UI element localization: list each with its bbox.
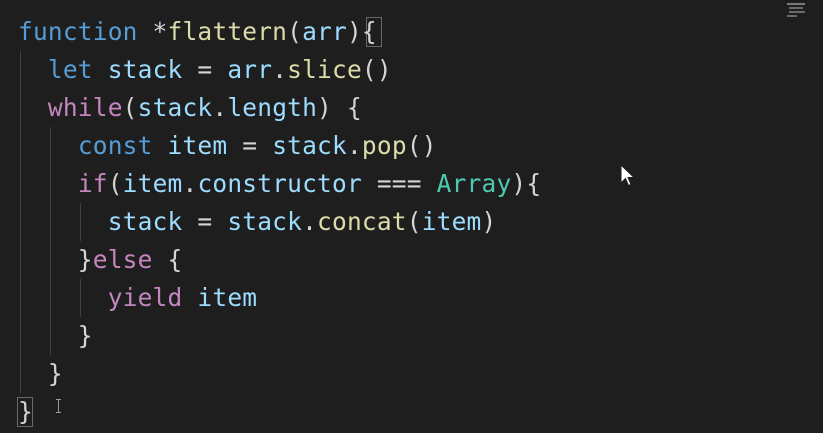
code-token: ){ xyxy=(346,17,377,46)
text-cursor-icon xyxy=(56,399,62,413)
minimap[interactable] xyxy=(787,2,809,18)
mouse-pointer-icon xyxy=(620,164,636,187)
code-line[interactable]: } xyxy=(18,355,541,393)
code-token: stack xyxy=(107,207,183,236)
code-token: while xyxy=(47,93,123,122)
code-token: item xyxy=(197,283,258,312)
code-token: ( xyxy=(287,17,303,46)
code-token: yield xyxy=(107,283,183,312)
code-token: { xyxy=(152,245,183,274)
code-token: const xyxy=(77,131,153,160)
code-token: length xyxy=(227,93,318,122)
code-line[interactable]: const item = stack.pop() xyxy=(18,127,541,165)
code-line[interactable]: }else { xyxy=(18,241,541,279)
code-token: item xyxy=(421,207,482,236)
code-token: } xyxy=(18,359,63,388)
code-token: . xyxy=(302,207,318,236)
code-token: === xyxy=(361,169,437,198)
code-token: arr xyxy=(302,17,347,46)
code-line[interactable]: stack = stack.concat(item) xyxy=(18,203,541,241)
code-line[interactable]: function *flattern(arr){ xyxy=(18,13,541,51)
code-token: ) xyxy=(481,207,497,236)
code-token: function xyxy=(18,17,138,46)
code-line[interactable]: } xyxy=(18,317,541,355)
code-token: . xyxy=(212,93,228,122)
code-token: = xyxy=(227,131,273,160)
code-token: () xyxy=(361,55,392,84)
code-token: } xyxy=(18,321,93,350)
code-token: * xyxy=(137,17,168,46)
code-token: else xyxy=(92,245,153,274)
code-token: = xyxy=(182,207,228,236)
code-token: stack xyxy=(227,207,303,236)
code-token: stack xyxy=(107,55,183,84)
code-token: . xyxy=(272,55,288,84)
code-line[interactable]: yield item xyxy=(18,279,541,317)
code-token: } xyxy=(18,245,93,274)
code-token: flattern xyxy=(167,17,288,46)
code-content[interactable]: function *flattern(arr){ let stack = arr… xyxy=(18,13,541,431)
code-token: = xyxy=(182,55,228,84)
code-token: () xyxy=(406,131,437,160)
code-token: stack xyxy=(137,93,213,122)
code-token: constructor xyxy=(197,169,362,198)
code-token: let xyxy=(47,55,93,84)
code-token: } xyxy=(18,397,33,426)
code-token: if xyxy=(77,169,108,198)
code-token: item xyxy=(122,169,183,198)
code-token: pop xyxy=(361,131,407,160)
code-token: ( xyxy=(122,93,138,122)
code-token: ( xyxy=(406,207,422,236)
code-line[interactable]: } xyxy=(18,393,541,431)
code-token: . xyxy=(182,169,198,198)
code-line[interactable]: let stack = arr.slice() xyxy=(18,51,541,89)
code-token: ( xyxy=(107,169,123,198)
code-token: slice xyxy=(287,55,362,84)
code-token: Array xyxy=(436,169,512,198)
code-token: arr xyxy=(227,55,273,84)
code-token: ){ xyxy=(511,169,542,198)
code-editor[interactable]: function *flattern(arr){ let stack = arr… xyxy=(0,0,823,433)
code-token: ) { xyxy=(317,93,362,122)
code-token: . xyxy=(346,131,362,160)
code-line[interactable]: if(item.constructor === Array){ xyxy=(18,165,541,203)
code-token: item xyxy=(167,131,228,160)
code-token: concat xyxy=(317,207,407,236)
code-line[interactable]: while(stack.length) { xyxy=(18,89,541,127)
code-token: stack xyxy=(272,131,347,160)
